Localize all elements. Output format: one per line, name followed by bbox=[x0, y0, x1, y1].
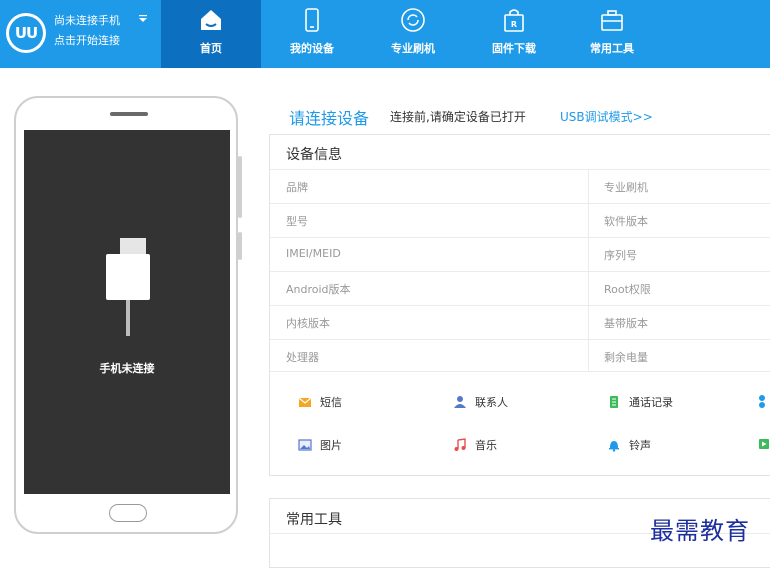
usb-cable-icon bbox=[106, 238, 150, 336]
info-label: 剩余电量 bbox=[604, 351, 648, 364]
connect-hint-link[interactable]: 点击开始连接 bbox=[54, 32, 120, 48]
quick-ringtones-label: 铃声 bbox=[629, 439, 651, 452]
info-label: 品牌 bbox=[286, 181, 308, 194]
image-icon bbox=[298, 439, 312, 451]
quick-images-label: 图片 bbox=[320, 439, 342, 452]
quick-contacts-label: 联系人 bbox=[475, 396, 508, 409]
info-label: 内核版本 bbox=[286, 317, 330, 330]
top-bar: UU 尚未连接手机 点击开始连接 首页 我的设备 专业刷机 R 固件下载 常用工… bbox=[0, 0, 770, 68]
phone-status-label: 手机未连接 bbox=[99, 362, 155, 375]
info-label: 基带版本 bbox=[604, 317, 648, 330]
home-icon bbox=[201, 10, 221, 30]
common-tools-title: 常用工具 bbox=[286, 512, 342, 528]
info-row: IMEI/MEID 序列号 bbox=[270, 237, 770, 271]
tab-common-tools-label: 常用工具 bbox=[590, 42, 634, 55]
info-label: Root权限 bbox=[604, 283, 651, 296]
phone-illustration: 手机未连接 bbox=[14, 96, 238, 534]
info-row: 型号 软件版本 bbox=[270, 203, 770, 237]
info-label: 处理器 bbox=[286, 351, 319, 364]
connect-title: 请连接设备 bbox=[289, 109, 370, 128]
info-row: 处理器 剩余电量 bbox=[270, 339, 770, 373]
apps-icon[interactable] bbox=[758, 394, 770, 408]
call-log-icon bbox=[610, 396, 618, 408]
phone-speaker bbox=[110, 112, 148, 116]
phone-side-button bbox=[238, 156, 242, 218]
info-row: 品牌 专业刷机 bbox=[270, 169, 770, 203]
tab-pro-flash-label: 专业刷机 bbox=[391, 42, 435, 55]
device-info-panel: 设备信息 品牌 专业刷机 型号 软件版本 IMEI/MEID 序列号 Andro… bbox=[269, 134, 770, 476]
sms-icon bbox=[298, 397, 312, 407]
tab-firmware-download[interactable]: R 固件下载 bbox=[464, 0, 564, 68]
tab-my-device[interactable]: 我的设备 bbox=[262, 0, 362, 68]
quick-sms[interactable]: 短信 bbox=[298, 394, 342, 410]
tab-pro-flash[interactable]: 专业刷机 bbox=[363, 0, 463, 68]
watermark: 最需教育 bbox=[650, 517, 750, 545]
tab-common-tools[interactable]: 常用工具 bbox=[562, 0, 662, 68]
phone-home-button bbox=[109, 504, 147, 522]
usb-debug-link[interactable]: USB调试模式>> bbox=[560, 108, 653, 125]
quick-contacts[interactable]: 联系人 bbox=[453, 394, 508, 410]
info-label: 专业刷机 bbox=[604, 181, 648, 194]
bell-icon bbox=[609, 441, 619, 452]
app-logo[interactable]: UU bbox=[6, 13, 46, 53]
refresh-icon bbox=[401, 8, 425, 32]
rom-bag-icon: R bbox=[504, 9, 524, 32]
tab-my-device-label: 我的设备 bbox=[290, 42, 334, 55]
tab-firmware-download-label: 固件下载 bbox=[492, 42, 536, 55]
connect-hint: 连接前,请确定设备已打开 bbox=[390, 110, 526, 124]
device-info-title: 设备信息 bbox=[286, 147, 342, 163]
quick-images[interactable]: 图片 bbox=[298, 437, 342, 453]
info-label: 型号 bbox=[286, 215, 308, 228]
info-label: IMEI/MEID bbox=[286, 247, 341, 260]
column-divider bbox=[588, 169, 589, 371]
connection-status[interactable]: 尚未连接手机 bbox=[54, 12, 120, 28]
music-icon bbox=[454, 438, 466, 451]
info-label: 软件版本 bbox=[604, 215, 648, 228]
svg-text:R: R bbox=[511, 20, 517, 29]
video-icon[interactable] bbox=[758, 437, 770, 451]
quick-call-log-label: 通话记录 bbox=[629, 396, 673, 409]
toolbox-icon bbox=[601, 10, 623, 31]
phone-icon bbox=[305, 8, 319, 32]
info-row: 内核版本 基带版本 bbox=[270, 305, 770, 339]
chevron-down-icon[interactable] bbox=[138, 14, 148, 24]
phone-screen: 手机未连接 bbox=[24, 130, 230, 494]
info-label: 序列号 bbox=[604, 249, 637, 262]
quick-music[interactable]: 音乐 bbox=[453, 437, 497, 453]
quick-ringtones[interactable]: 铃声 bbox=[607, 437, 651, 453]
quick-call-log[interactable]: 通话记录 bbox=[607, 394, 673, 410]
quick-music-label: 音乐 bbox=[475, 439, 497, 452]
tab-home-label: 首页 bbox=[200, 42, 222, 55]
info-row-divider bbox=[270, 371, 770, 405]
info-label: Android版本 bbox=[286, 283, 351, 296]
contact-icon bbox=[454, 396, 466, 408]
quick-sms-label: 短信 bbox=[320, 396, 342, 409]
phone-side-button bbox=[238, 232, 242, 260]
logo-text: UU bbox=[9, 16, 43, 50]
info-row: Android版本 Root权限 bbox=[270, 271, 770, 305]
tab-home[interactable]: 首页 bbox=[161, 0, 261, 68]
